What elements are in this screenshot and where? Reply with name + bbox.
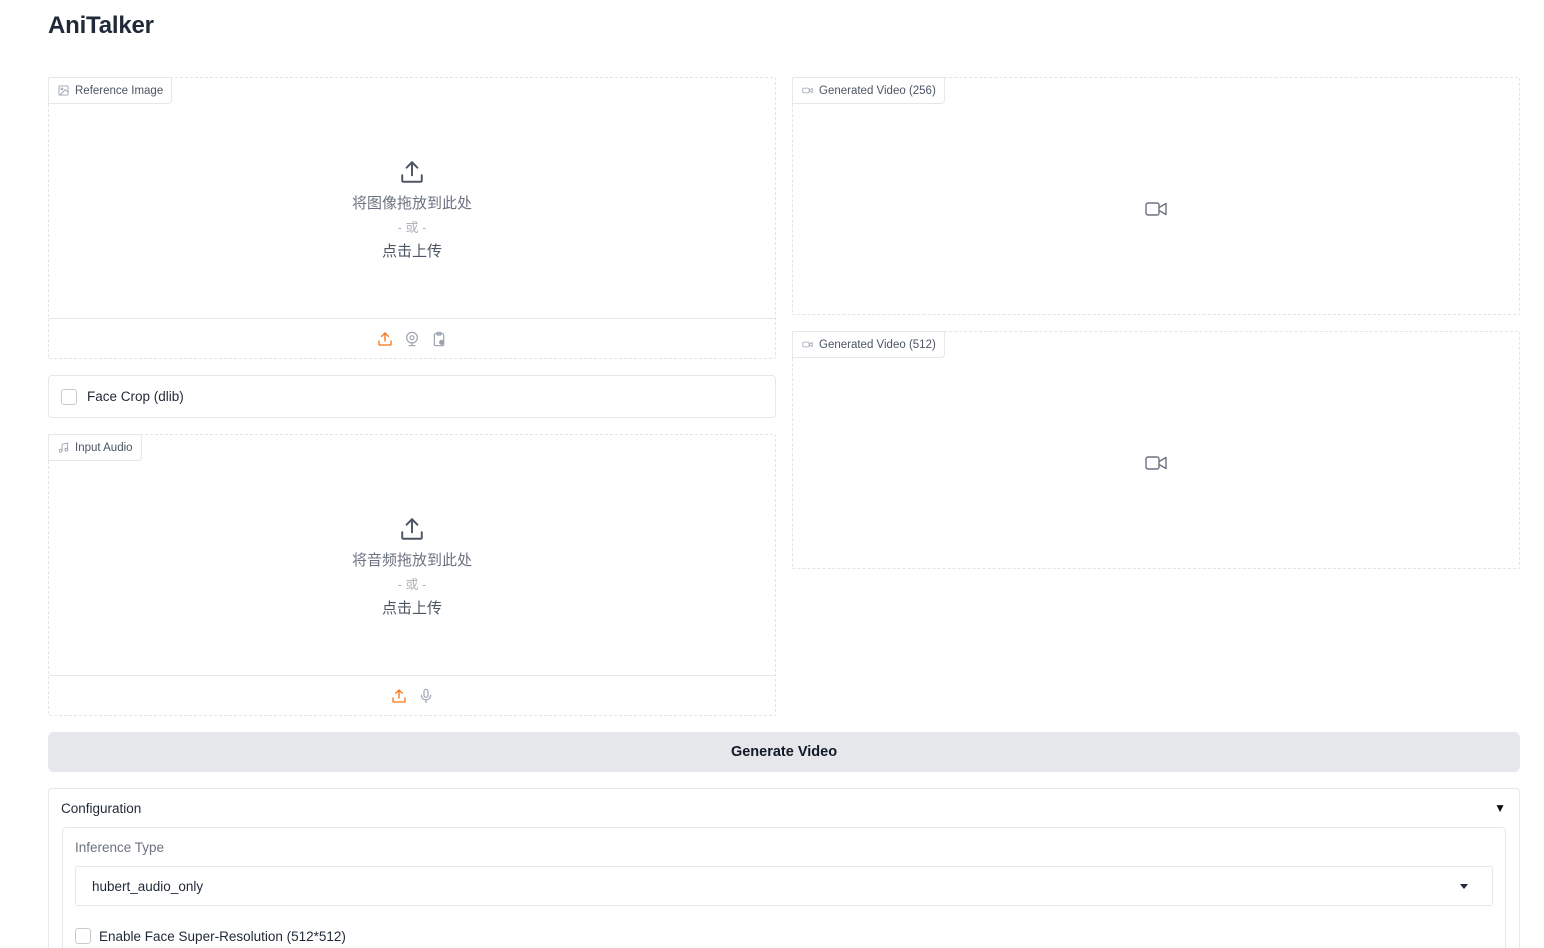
audio-or-text: - 或 - xyxy=(397,577,427,592)
image-webcam-source-button[interactable] xyxy=(404,330,421,347)
music-icon xyxy=(58,442,69,453)
audio-drop-text: 将音频拖放到此处 xyxy=(351,552,472,569)
image-drop-text: 将图像拖放到此处 xyxy=(351,195,472,212)
inference-type-value: hubert_audio_only xyxy=(92,878,204,894)
reference-image-panel: Reference Image 将图像拖放到此处 - 或 - 点击上传 xyxy=(48,77,776,359)
face-crop-checkbox[interactable] xyxy=(61,388,77,405)
generated-video-256-panel: Generated Video (256) xyxy=(792,77,1520,315)
video-camera-icon xyxy=(1145,456,1167,470)
audio-drop-zone[interactable]: 将音频拖放到此处 - 或 - 点击上传 xyxy=(49,461,775,675)
generated-video-256-label: Generated Video (256) xyxy=(792,77,945,104)
app-title: AniTalker xyxy=(48,12,154,39)
audio-click-upload-text: 点击上传 xyxy=(381,600,442,617)
webcam-icon xyxy=(406,331,418,346)
configuration-title: Configuration xyxy=(61,800,142,816)
upload-icon xyxy=(401,518,423,540)
input-audio-label-text: Input Audio xyxy=(75,441,133,454)
clipboard-icon xyxy=(433,331,445,346)
audio-microphone-source-button[interactable] xyxy=(417,687,434,704)
face-crop-label: Face Crop (dlib) xyxy=(87,389,184,404)
face-crop-row: Face Crop (dlib) xyxy=(48,375,776,418)
video-camera-icon xyxy=(1145,202,1167,216)
generate-video-button[interactable]: Generate Video xyxy=(48,732,1520,772)
upload-icon xyxy=(378,331,392,346)
image-click-upload-text: 点击上传 xyxy=(381,243,442,260)
image-icon xyxy=(58,85,69,96)
image-upload-source-button[interactable] xyxy=(377,330,394,347)
generated-video-512-label-text: Generated Video (512) xyxy=(819,338,936,351)
microphone-icon xyxy=(420,688,431,703)
audio-source-bar xyxy=(49,675,775,715)
reference-image-label: Reference Image xyxy=(48,77,173,104)
configuration-body: Inference Type hubert_audio_only Enable … xyxy=(62,827,1506,948)
image-clipboard-source-button[interactable] xyxy=(431,330,448,347)
video-256-placeholder xyxy=(793,104,1519,314)
dropdown-arrow-icon xyxy=(1460,883,1468,889)
super-resolution-checkbox[interactable] xyxy=(75,928,91,944)
input-audio-panel: Input Audio 将音频拖放到此处 - 或 - 点击上传 xyxy=(48,434,776,716)
configuration-header[interactable]: Configuration ▼ xyxy=(49,789,1519,827)
video-icon xyxy=(802,87,813,94)
reference-image-label-text: Reference Image xyxy=(75,84,164,97)
generated-video-512-panel: Generated Video (512) xyxy=(792,331,1520,569)
input-audio-label: Input Audio xyxy=(48,434,142,461)
collapse-caret-icon[interactable]: ▼ xyxy=(1494,801,1506,815)
generated-video-256-label-text: Generated Video (256) xyxy=(819,84,936,97)
super-resolution-row: Enable Face Super-Resolution (512*512) xyxy=(75,928,346,944)
image-source-bar xyxy=(49,318,775,358)
configuration-accordion: Configuration ▼ Inference Type hubert_au… xyxy=(48,788,1520,948)
video-icon xyxy=(802,341,813,348)
video-512-placeholder xyxy=(793,358,1519,568)
audio-upload-source-button[interactable] xyxy=(390,687,407,704)
inference-type-label: Inference Type xyxy=(75,840,165,855)
image-drop-zone[interactable]: 将图像拖放到此处 - 或 - 点击上传 xyxy=(49,104,775,318)
upload-icon xyxy=(391,688,406,703)
upload-icon xyxy=(401,161,423,183)
generated-video-512-label: Generated Video (512) xyxy=(792,331,945,358)
super-resolution-label: Enable Face Super-Resolution (512*512) xyxy=(99,928,346,944)
image-or-text: - 或 - xyxy=(397,220,427,235)
inference-type-dropdown[interactable]: hubert_audio_only xyxy=(75,866,1493,906)
